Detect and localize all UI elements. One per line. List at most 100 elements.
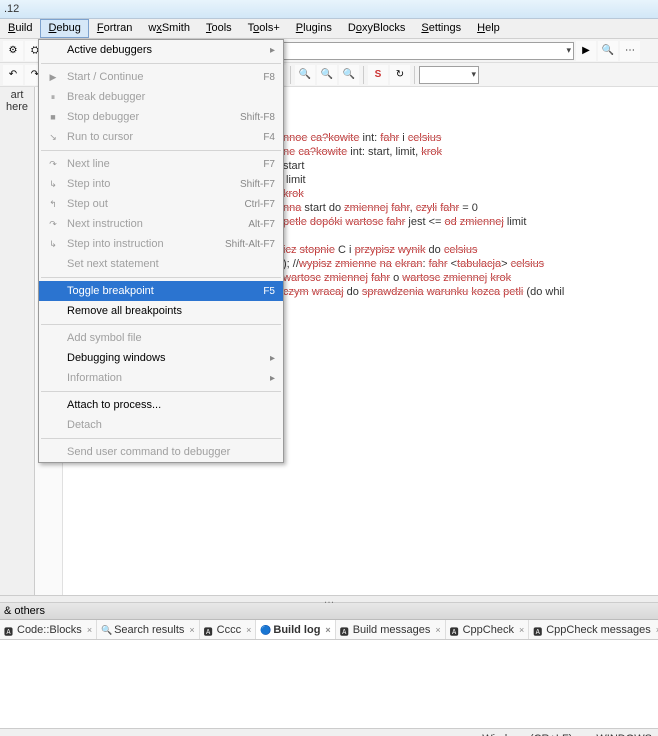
status-encoding: WINDOWS — [596, 733, 652, 736]
menu-item-icon: ↰ — [43, 199, 63, 210]
more-icon[interactable]: ⋯ — [620, 41, 640, 61]
tab-cppcheck-messages[interactable]: 🅰CppCheck messages× — [529, 620, 658, 639]
code-line: petle dopóki wartosc fahr jest <= od zmi… — [283, 215, 652, 229]
menu-item-shortcut: Alt-F7 — [248, 219, 275, 230]
code-line: limit — [283, 173, 652, 187]
menu-item-send-user-command-to-debugger: Send user command to debugger — [39, 442, 283, 462]
menu-tools[interactable]: Tools+ — [240, 19, 288, 38]
tab-icon: 🅰 — [4, 625, 14, 635]
debug-menu-popup: Active debuggers▸▶Start / ContinueF8⏸Bre… — [38, 39, 284, 463]
close-icon[interactable]: × — [325, 625, 330, 635]
menu-item-label: Step into instruction — [63, 238, 225, 250]
menu-item-label: Send user command to debugger — [63, 446, 275, 458]
bottom-tabs: 🅰Code::Blocks×🔍Search results×🅰Cccc×🔵Bui… — [0, 620, 658, 640]
splitter[interactable]: … — [0, 595, 658, 603]
menu-item-active-debuggers[interactable]: Active debuggers▸ — [39, 40, 283, 60]
menu-item-label: Information — [63, 372, 270, 384]
menu-fortran[interactable]: Fortran — [89, 19, 140, 38]
refresh-icon[interactable]: ↻ — [390, 65, 410, 85]
code-line — [283, 299, 652, 313]
menu-item-shortcut: Shift-Alt-F7 — [225, 239, 275, 250]
menu-item-label: Step out — [63, 198, 244, 210]
menu-help[interactable]: Help — [469, 19, 508, 38]
menu-separator — [41, 324, 281, 325]
menu-item-next-line: ↷Next lineF7 — [39, 154, 283, 174]
chevron-down-icon: ▾ — [471, 69, 476, 80]
menu-item-debugging-windows[interactable]: Debugging windows▸ — [39, 348, 283, 368]
menu-tools[interactable]: Tools — [198, 19, 240, 38]
code-line: icz stopnie C i przypisz wynik do celsiu… — [283, 243, 652, 257]
letter-icon[interactable]: S — [368, 65, 388, 85]
close-icon[interactable]: × — [519, 625, 524, 635]
run-icon[interactable]: ▶ — [576, 41, 596, 61]
code-line: ); //wypisz zmienne na ekran: fahr <tabu… — [283, 257, 652, 271]
start-here-label: art here — [0, 89, 34, 113]
submenu-arrow-icon: ▸ — [270, 353, 275, 364]
small-combo[interactable]: ▾ — [419, 66, 479, 84]
tab-label: CppCheck messages — [546, 624, 651, 636]
menu-item-icon: ↳ — [43, 179, 63, 190]
code-line — [283, 89, 652, 103]
tab-cccc[interactable]: 🅰Cccc× — [200, 620, 257, 639]
tab-search-results[interactable]: 🔍Search results × — [97, 620, 200, 639]
tab-code-blocks[interactable]: 🅰Code::Blocks × — [0, 620, 97, 639]
close-icon[interactable]: × — [435, 625, 440, 635]
separator — [414, 66, 415, 84]
menu-item-label: Break debugger — [63, 91, 275, 103]
menu-item-attach-to-process-[interactable]: Attach to process... — [39, 395, 283, 415]
menu-item-label: Attach to process... — [63, 399, 275, 411]
tab-icon: 🔍 — [101, 625, 111, 635]
tab-label: Build log — [273, 624, 320, 636]
tab-label: Code::Blocks — [17, 624, 82, 636]
tab-label: CppCheck — [463, 624, 514, 636]
menu-item-step-into-instruction: ↳Step into instructionShift-Alt-F7 — [39, 234, 283, 254]
tab-build-messages[interactable]: 🅰Build messages× — [336, 620, 446, 639]
menu-item-set-next-statement: Set next statement — [39, 254, 283, 274]
menu-item-shortcut: F8 — [263, 72, 275, 83]
menu-debug[interactable]: Debug — [40, 19, 88, 38]
menu-plugins[interactable]: Plugins — [288, 19, 340, 38]
tab-build-log[interactable]: 🔵Build log× — [256, 620, 335, 639]
zoom-icon[interactable]: 🔍 — [295, 65, 315, 85]
menu-settings[interactable]: Settings — [413, 19, 469, 38]
menu-item-label: Next instruction — [63, 218, 248, 230]
tab-cppcheck[interactable]: 🅰CppCheck× — [446, 620, 530, 639]
title-text: .12 — [4, 3, 19, 15]
close-icon[interactable]: × — [87, 625, 92, 635]
menu-doxyblocks[interactable]: DoxyBlocks — [340, 19, 413, 38]
menu-item-information: Information▸ — [39, 368, 283, 388]
tab-label: Search results — [114, 624, 184, 636]
menu-item-icon: ↳ — [43, 239, 63, 250]
menu-wxsmith[interactable]: wxSmith — [140, 19, 198, 38]
menu-bar: BuildDebugFortranwxSmithToolsTools+Plugi… — [0, 19, 658, 39]
menu-item-label: Stop debugger — [63, 111, 240, 123]
code-line — [283, 229, 652, 243]
menu-item-label: Active debuggers — [63, 44, 270, 56]
code-line — [283, 117, 652, 131]
menu-item-shortcut: Ctrl-F7 — [244, 199, 275, 210]
zoom-icon[interactable]: 🔍 — [317, 65, 337, 85]
menu-item-icon: ▶ — [43, 72, 63, 83]
menu-item-run-to-cursor: ↘Run to cursorF4 — [39, 127, 283, 147]
menu-item-remove-all-breakpoints[interactable]: Remove all breakpoints — [39, 301, 283, 321]
separator — [290, 66, 291, 84]
code-line: wartosc zmiennej fahr o wartosc zmiennej… — [283, 271, 652, 285]
code-line: nnoe ca?kowite int: fahr i celsius — [283, 131, 652, 145]
menu-item-label: Start / Continue — [63, 71, 263, 83]
zoom-icon[interactable]: 🔍 — [339, 65, 359, 85]
close-icon[interactable]: × — [246, 625, 251, 635]
menu-item-toggle-breakpoint[interactable]: Toggle breakpointF5 — [39, 281, 283, 301]
menu-item-icon: ↘ — [43, 132, 63, 143]
build-icon[interactable]: ⚙ — [3, 41, 23, 61]
tab-label: Build messages — [353, 624, 431, 636]
menu-build[interactable]: Build — [0, 19, 40, 38]
menu-separator — [41, 63, 281, 64]
undo-icon[interactable]: ↶ — [3, 65, 23, 85]
menu-item-shortcut: F5 — [263, 286, 275, 297]
menu-separator — [41, 438, 281, 439]
search-icon[interactable]: 🔍 — [598, 41, 618, 61]
close-icon[interactable]: × — [189, 625, 194, 635]
submenu-arrow-icon: ▸ — [270, 45, 275, 56]
code-line — [283, 313, 652, 327]
menu-item-label: Next line — [63, 158, 263, 170]
